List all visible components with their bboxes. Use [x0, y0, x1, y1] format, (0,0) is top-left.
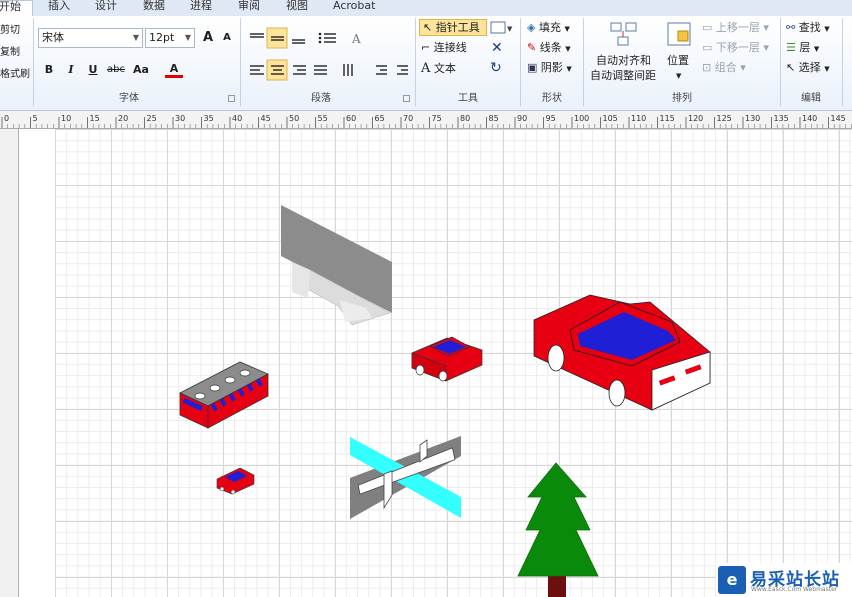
watermark-subtitle: Www.Easck.Com Webmaster [751, 586, 838, 593]
tree-shape[interactable] [517, 462, 599, 597]
billboard-shape[interactable] [281, 205, 392, 326]
large-car-shape[interactable] [533, 294, 711, 411]
bus-shape[interactable] [179, 361, 269, 429]
watermark: e 易采站长站 Www.Easck.Com Webmaster [716, 563, 852, 597]
tiny-car-shape[interactable] [216, 467, 255, 495]
drawing-shapes [179, 205, 711, 597]
small-car-shape[interactable] [411, 336, 483, 382]
bridge-shape[interactable] [350, 436, 461, 519]
site-logo-icon: e [718, 566, 746, 594]
